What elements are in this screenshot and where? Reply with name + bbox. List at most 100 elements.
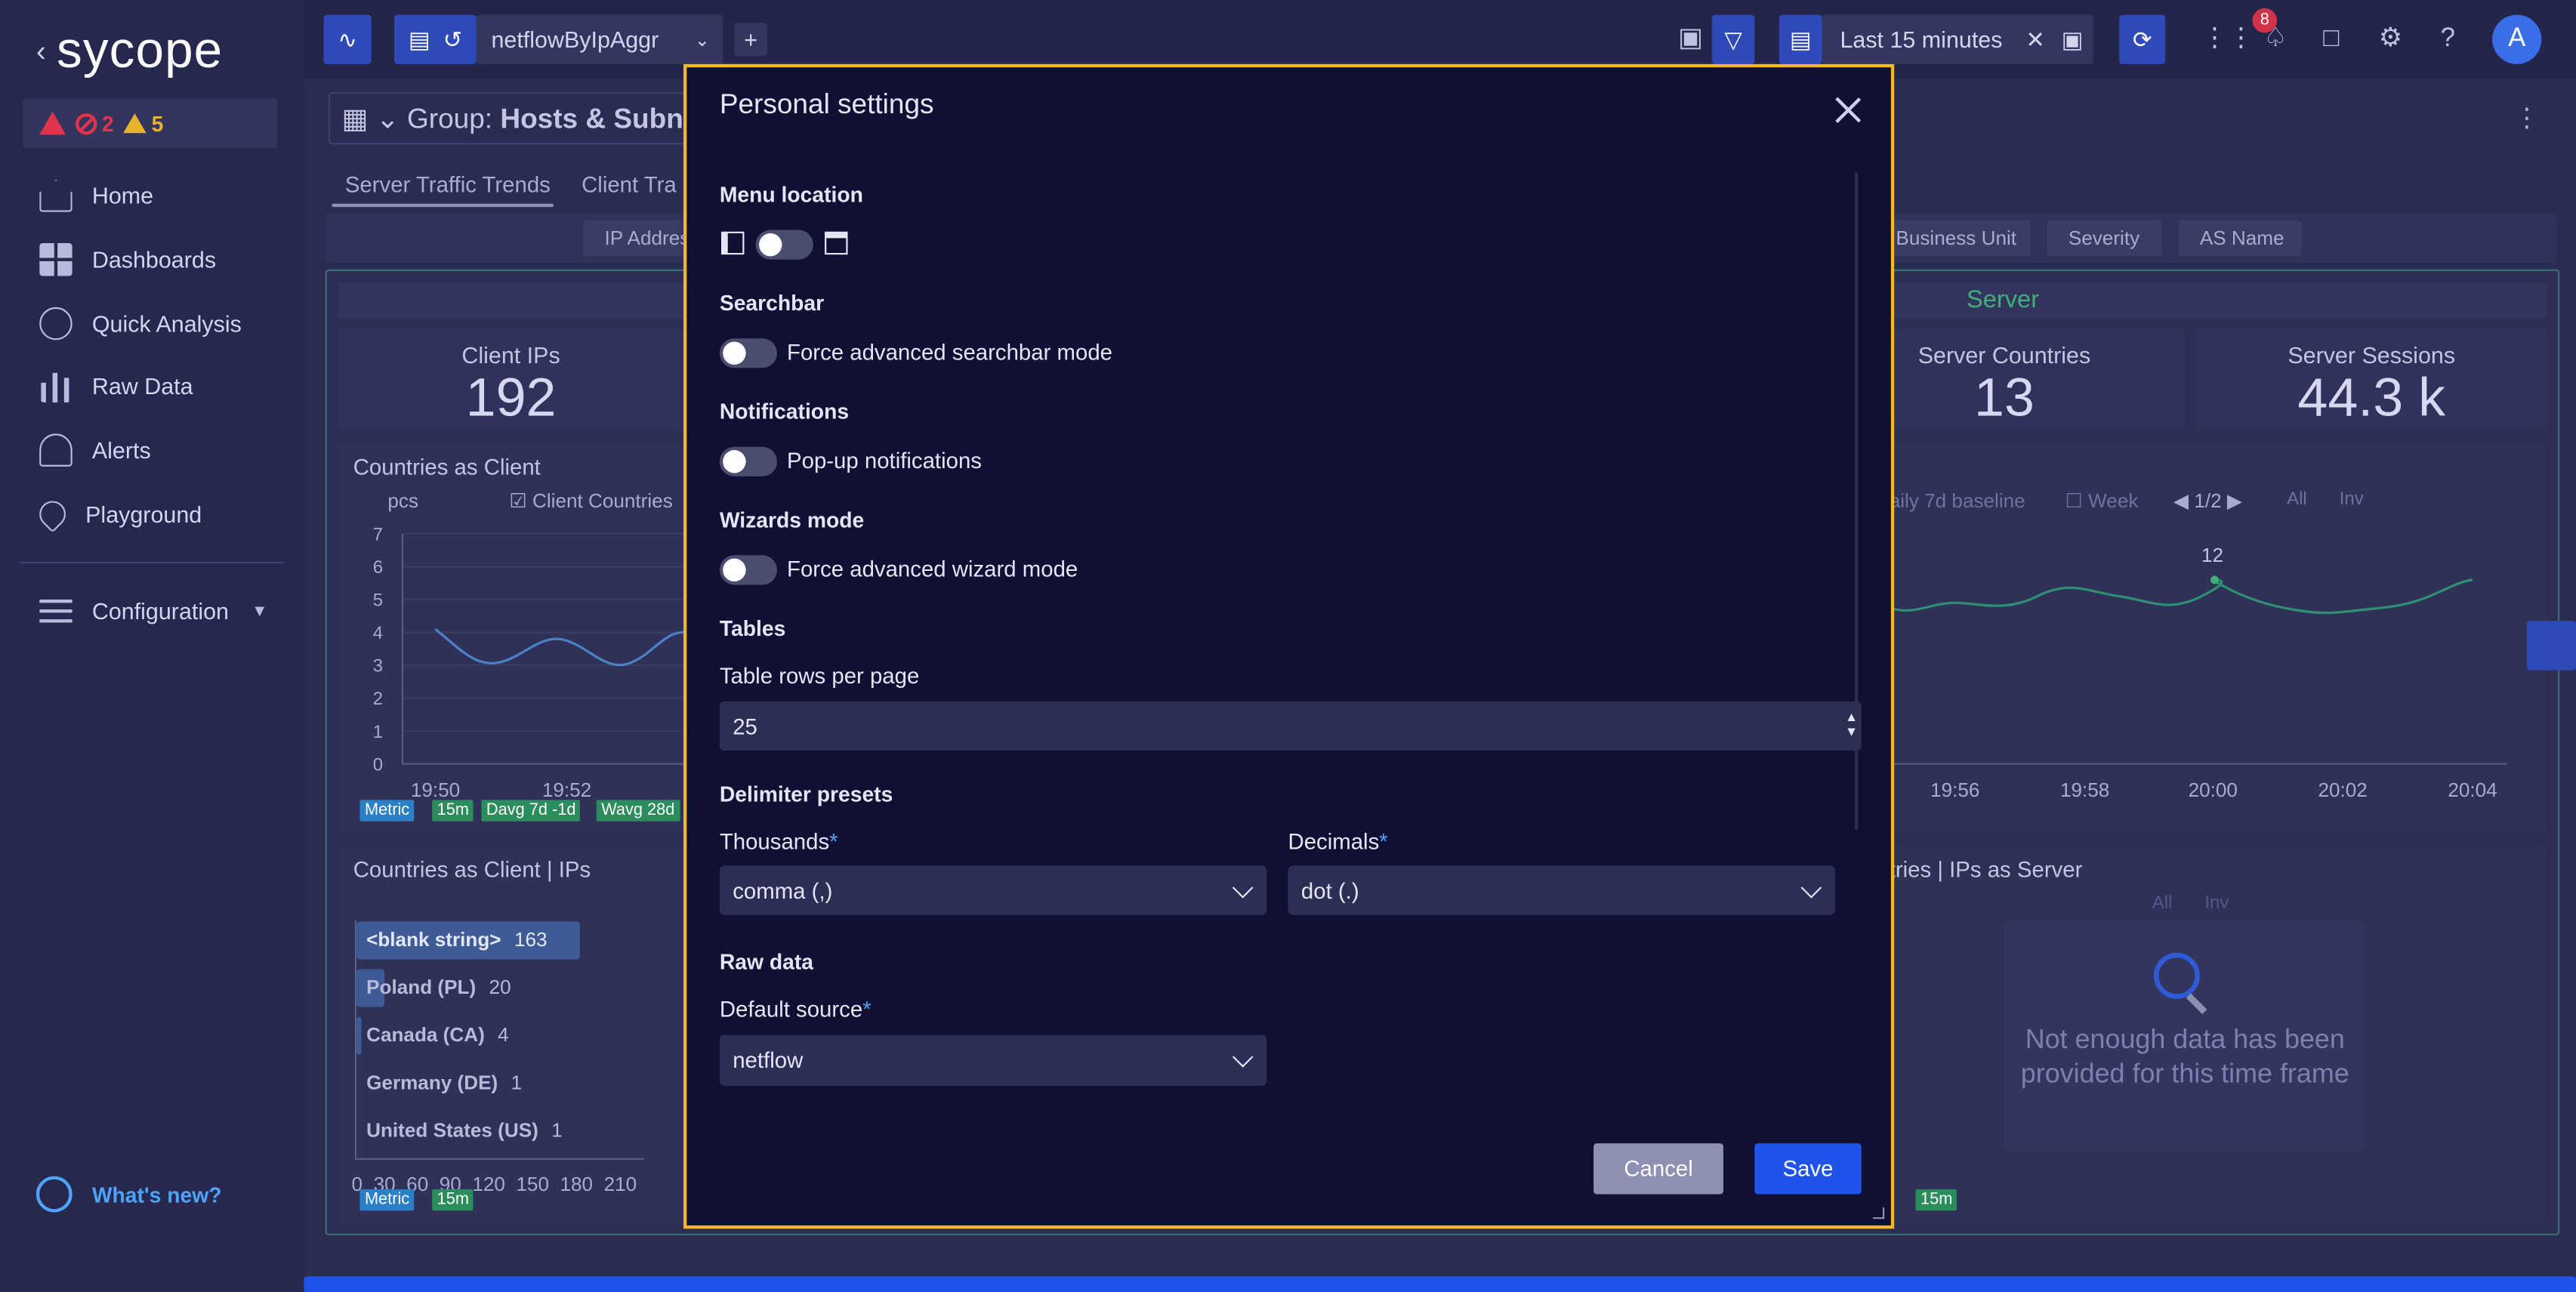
sidebar-item-playground[interactable]: Playground — [0, 482, 304, 545]
error-icon — [76, 113, 97, 134]
home-icon — [39, 179, 72, 213]
save-time-icon[interactable]: ▣ — [2062, 26, 2084, 54]
tag-davg: Davg 7d -1d — [481, 800, 581, 822]
time-range-selector[interactable]: Last 15 minutes ✕ ▣ — [1822, 14, 2093, 64]
bottom-accent-bar — [304, 1276, 2576, 1292]
sidebar-nav: Home Dashboards Quick Analysis Raw Data … — [0, 165, 304, 644]
sidebar-item-home[interactable]: Home — [0, 165, 304, 228]
alert-summary[interactable]: 2 5 — [23, 98, 278, 148]
resize-handle[interactable] — [1872, 1207, 1885, 1220]
sidebar-item-dashboards[interactable]: Dashboards — [0, 228, 304, 291]
calendar-icon: ▤ — [1789, 25, 1812, 52]
legend-client-countries[interactable]: ☑ Client Countries — [509, 489, 672, 512]
y-tick: 4 — [373, 623, 383, 643]
legend-pager[interactable]: ◀ 1/2 ▶ — [2173, 489, 2242, 512]
menu-location-toggle[interactable] — [755, 230, 813, 260]
chart-title: tries | IPs as Server — [1889, 857, 2083, 883]
collapse-chevron-icon[interactable]: ‹ — [36, 34, 47, 69]
wizards-toggle[interactable] — [719, 555, 777, 585]
filter-button[interactable]: ▽ — [1711, 14, 1755, 64]
chevron-down-icon: ⌄ — [694, 30, 710, 51]
kpi-value: 192 — [465, 366, 557, 427]
searchbar-toggle-label: Force advanced searchbar mode — [787, 340, 1113, 365]
bar-x-axis — [354, 1158, 644, 1160]
error-count[interactable]: 2 — [76, 111, 114, 135]
saved-views-button[interactable]: ▤ ↺ — [394, 14, 477, 64]
refresh-button[interactable]: ⟳ — [2119, 14, 2166, 64]
x-tick: 20:00 — [2189, 779, 2238, 801]
raw-data-icon — [39, 370, 72, 403]
y-tick: 0 — [373, 754, 383, 775]
dashboards-icon — [39, 243, 72, 276]
bookmark-icon[interactable]: □ — [2315, 23, 2348, 56]
alerts-icon — [39, 433, 72, 467]
legend-inv[interactable]: Inv — [2204, 893, 2229, 913]
source-selector[interactable]: netflowByIpAggr ⌄ — [476, 14, 723, 64]
legend-baseline[interactable]: aily 7d baseline — [1890, 489, 2025, 512]
analysis-mode-button[interactable]: ∿ — [323, 14, 372, 64]
add-button[interactable]: + — [734, 23, 767, 56]
legend-all[interactable]: All — [2152, 893, 2173, 913]
filter-chip-label: IP Addres — [604, 227, 690, 250]
legend-inv[interactable]: Inv — [2340, 489, 2364, 509]
sidebar-item-configuration[interactable]: Configuration ▼ — [0, 580, 304, 643]
y-tick: 2 — [373, 689, 383, 709]
sidebar-item-quick-analysis[interactable]: Quick Analysis — [0, 291, 304, 355]
help-icon[interactable]: ? — [2432, 23, 2465, 56]
warning-count[interactable]: 5 — [123, 111, 163, 135]
notifications-toggle-label: Pop-up notifications — [787, 448, 982, 473]
tag-metric: Metric — [359, 1189, 415, 1211]
more-options-icon[interactable]: ⋮ — [2513, 102, 2540, 135]
tab-server-traffic-trends[interactable]: Server Traffic Trends — [345, 172, 551, 197]
section-menu-location: Menu location — [719, 182, 863, 208]
trend-icon: ∿ — [338, 25, 357, 52]
rows-per-page-input[interactable]: 25 ▲ ▼ — [719, 701, 1862, 751]
gear-icon[interactable]: ⚙ — [2374, 23, 2407, 56]
y-tick: 7 — [373, 525, 383, 545]
sidebar-item-raw-data[interactable]: Raw Data — [0, 355, 304, 418]
dialog-title: Personal settings — [719, 88, 934, 120]
y-tick: 5 — [373, 590, 383, 611]
close-icon[interactable]: ✕ — [2025, 26, 2045, 54]
thousands-select[interactable]: comma (,) — [719, 865, 1267, 915]
decimals-select[interactable]: dot (.) — [1288, 865, 1835, 915]
apps-icon[interactable]: ⋮⋮ — [2201, 23, 2254, 56]
section-delimiter: Delimiter presets — [719, 782, 893, 807]
default-source-select[interactable]: netflow — [719, 1035, 1267, 1086]
y-tick: 6 — [373, 557, 383, 578]
quick-analysis-icon — [39, 307, 72, 340]
server-trend-chart: 12 19:56 19:58 20:00 20:02 20:04 — [1889, 544, 2507, 801]
section-raw-data: Raw data — [719, 949, 813, 975]
tab-client-traffic[interactable]: Client Tra — [582, 172, 677, 197]
x-tick: 19:50 — [411, 779, 460, 801]
client-trend-chart: 7 6 5 4 3 2 1 0 19:50 19:52 — [373, 525, 690, 801]
side-bookmark-button[interactable] — [2526, 621, 2576, 671]
sidebar-item-alerts[interactable]: Alerts — [0, 418, 304, 482]
searchbar-toggle[interactable] — [719, 338, 777, 368]
top-menu-icon[interactable] — [825, 231, 848, 255]
client-countries-series — [434, 627, 690, 667]
section-notifications: Notifications — [719, 399, 850, 424]
section-wizards: Wizards mode — [719, 507, 865, 532]
notifications-toggle[interactable] — [719, 446, 777, 476]
kpi-value: 13 — [1974, 366, 2035, 427]
save-button[interactable]: Save — [1754, 1143, 1862, 1195]
section-tables: Tables — [719, 615, 786, 641]
configuration-icon — [39, 595, 72, 629]
avatar[interactable]: A — [2492, 14, 2542, 64]
time-preset-button[interactable]: ▤ — [1779, 14, 1822, 64]
peak-point[interactable] — [2210, 575, 2219, 584]
cancel-button[interactable]: Cancel — [1593, 1143, 1723, 1195]
save-filter-icon[interactable]: ▣ — [1674, 23, 1708, 56]
number-stepper-icon[interactable]: ▲ ▼ — [1845, 710, 1858, 739]
x-tick: 20:02 — [2318, 779, 2367, 801]
sidebar-menu-icon[interactable] — [721, 231, 745, 255]
whats-new-link[interactable]: What's new? — [35, 1176, 222, 1213]
legend-all[interactable]: All — [2287, 489, 2307, 509]
x-tick: 20:04 — [2448, 779, 2497, 801]
chevron-down-icon: ▼ — [251, 603, 268, 621]
close-icon[interactable] — [1835, 97, 1862, 123]
peak-label: 12 — [2201, 544, 2223, 566]
logo[interactable]: ‹ sycope — [36, 21, 223, 79]
legend-week[interactable]: ☐ Week — [2065, 489, 2138, 512]
